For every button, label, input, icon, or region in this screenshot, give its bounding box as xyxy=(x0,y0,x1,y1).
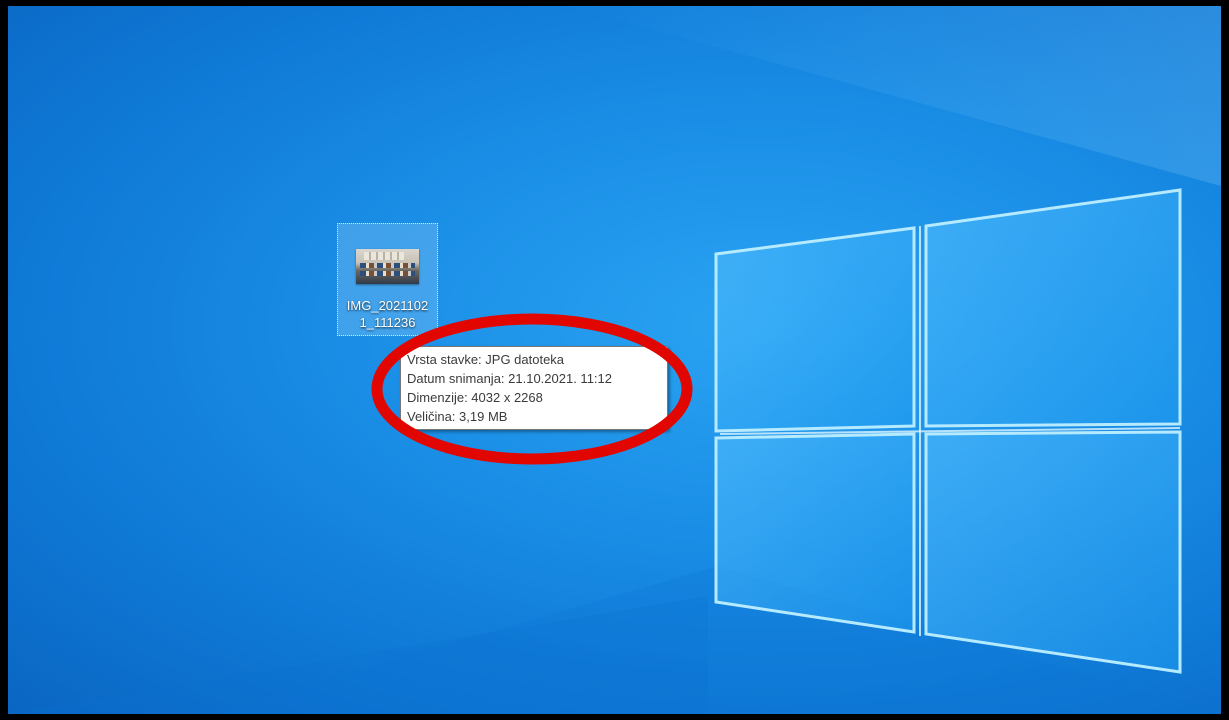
file-label-line-1: IMG_2021102 xyxy=(346,298,429,313)
logo-pane-bottom-right xyxy=(924,430,1182,674)
logo-pane-bottom-left xyxy=(714,432,916,634)
file-info-tooltip: Vrsta stavke: JPG datoteka Datum snimanj… xyxy=(400,346,668,430)
screenshot-frame: IMG_2021102 1_111236 Vrsta stavke: JPG d… xyxy=(0,0,1229,720)
tooltip-date-taken: Datum snimanja: 21.10.2021. 11:12 xyxy=(407,371,613,386)
desktop-file-label: IMG_2021102 1_111236 xyxy=(338,297,437,331)
image-thumbnail-icon xyxy=(356,249,419,284)
tooltip-size: Veličina: 3,19 MB xyxy=(407,409,508,424)
tooltip-item-type: Vrsta stavke: JPG datoteka xyxy=(407,352,565,367)
desktop-file-icon[interactable]: IMG_2021102 1_111236 xyxy=(337,223,438,336)
logo-pane-top-right xyxy=(924,188,1182,428)
logo-pane-top-left xyxy=(714,226,916,433)
file-label-line-2: 1_111236 xyxy=(359,315,416,330)
tooltip-dimensions: Dimenzije: 4032 x 2268 xyxy=(407,390,543,405)
